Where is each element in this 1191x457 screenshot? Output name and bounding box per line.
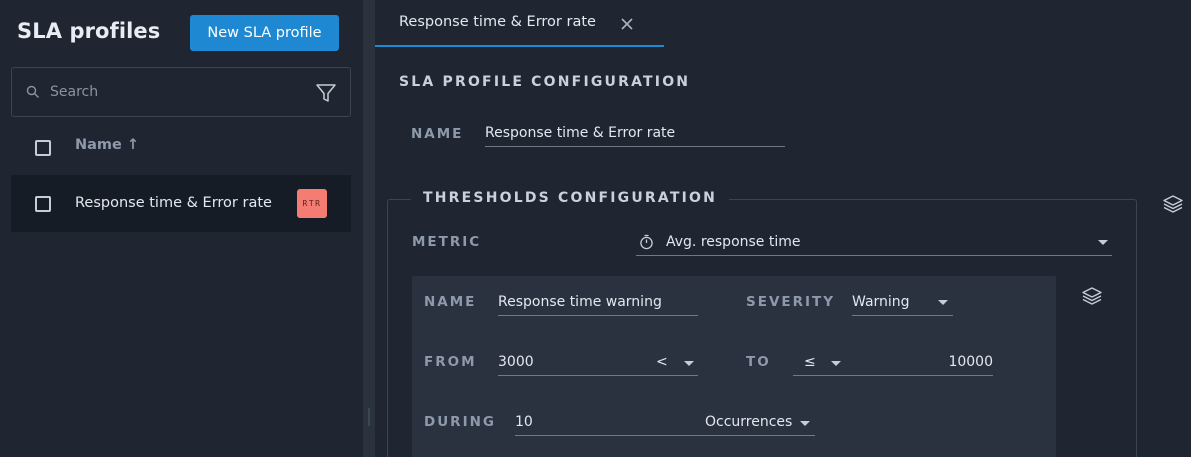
stopwatch-icon [640, 234, 653, 250]
severity-select[interactable]: Warning [852, 290, 953, 316]
name-label: NAME [411, 126, 464, 142]
resize-grip [368, 408, 370, 426]
metric-select[interactable]: Avg. response time [636, 230, 1112, 256]
tab-bar: Response time & Error rate [375, 0, 1191, 47]
sla-profiles-panel: SLA profiles New SLA profile Name ↑ Resp… [0, 0, 363, 457]
list-header: Name ↑ [11, 127, 351, 167]
chevron-down-icon[interactable] [684, 361, 694, 366]
tab-response-time-error-rate[interactable]: Response time & Error rate [375, 0, 664, 47]
profile-editor: Response time & Error rate SLA PROFILE C… [375, 0, 1191, 457]
profile-name: Response time & Error rate [75, 195, 272, 211]
severity-label: SEVERITY [746, 294, 836, 310]
profile-name-input[interactable] [485, 121, 785, 145]
new-sla-profile-button[interactable]: New SLA profile [190, 15, 339, 51]
chevron-down-icon [1098, 240, 1108, 245]
chevron-down-icon[interactable] [800, 421, 810, 426]
select-all-checkbox[interactable] [35, 140, 51, 156]
chevron-down-icon [938, 300, 948, 305]
panel-resize-handle[interactable] [363, 0, 375, 457]
from-operator[interactable]: < [656, 354, 668, 370]
layers-icon[interactable] [1162, 194, 1184, 214]
during-label: DURING [424, 414, 496, 430]
threshold-name-field[interactable] [498, 290, 698, 316]
search-input[interactable] [50, 80, 300, 104]
list-item[interactable]: Response time & Error rate RTR [11, 175, 351, 232]
threshold-name-input[interactable] [498, 290, 698, 314]
chevron-down-icon[interactable] [831, 361, 841, 366]
during-value: 10 [515, 414, 533, 430]
metric-label: METRIC [412, 234, 482, 250]
from-label: FROM [424, 354, 477, 370]
during-field[interactable]: 10 Occurrences [515, 410, 815, 436]
threshold-name-label: NAME [424, 294, 477, 310]
to-value: 10000 [948, 354, 993, 370]
tab-label: Response time & Error rate [399, 14, 596, 30]
row-checkbox[interactable] [35, 196, 51, 212]
search-icon [26, 85, 39, 98]
during-unit[interactable]: Occurrences [705, 414, 792, 430]
to-operator[interactable]: ≤ [804, 354, 816, 370]
layers-icon[interactable] [1081, 286, 1103, 306]
panel-title: SLA profiles [17, 19, 161, 43]
to-field[interactable]: ≤ 10000 [793, 350, 993, 376]
from-value: 3000 [498, 354, 534, 370]
thresholds-title: THRESHOLDS CONFIGURATION [411, 190, 730, 206]
section-title: SLA PROFILE CONFIGURATION [399, 74, 691, 90]
threshold-card: NAME SEVERITY Warning FROM 3000 < TO ≤ 1… [412, 276, 1056, 457]
profile-badge: RTR [297, 189, 327, 218]
filter-icon[interactable] [314, 81, 338, 105]
metric-value: Avg. response time [666, 234, 801, 250]
to-label: TO [746, 354, 771, 370]
profile-name-field[interactable] [485, 121, 785, 147]
search-box [11, 67, 351, 117]
severity-value: Warning [852, 294, 910, 310]
close-icon[interactable] [619, 16, 635, 32]
sort-name-header[interactable]: Name ↑ [75, 137, 139, 153]
from-field[interactable]: 3000 < [498, 350, 698, 376]
